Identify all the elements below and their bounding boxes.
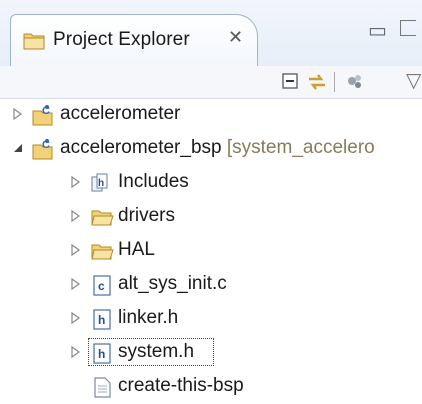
tree-item-alt-sys-init-c[interactable]: c alt_sys_init.c	[0, 268, 422, 302]
maximize-icon[interactable]	[400, 20, 416, 36]
view-toolbar: ▽	[0, 66, 422, 99]
folder-icon	[91, 244, 114, 260]
toolbar-separator	[334, 72, 335, 92]
expand-arrow-icon[interactable]	[70, 311, 82, 325]
file-icon	[94, 377, 111, 398]
close-icon[interactable]: ✕	[228, 27, 243, 48]
tree-item-label: system.h	[118, 341, 195, 362]
tree-item-label: alt_sys_init.c	[118, 273, 227, 294]
expand-arrow-icon[interactable]	[70, 175, 82, 189]
project-c-icon: C	[32, 105, 53, 126]
svg-text:c: c	[98, 279, 105, 293]
tree-item-hal[interactable]: HAL	[0, 234, 422, 268]
h-file-icon: h	[93, 343, 111, 364]
tree-item-create-this-bsp[interactable]: create-this-bsp	[0, 370, 422, 404]
tree-item-label: accelerometer	[60, 103, 181, 124]
view-title: Project Explorer	[53, 29, 190, 50]
project-c-icon: C	[32, 139, 53, 160]
tree-item-linker-h[interactable]: h linker.h	[0, 302, 422, 336]
tree-item-drivers[interactable]: drivers	[0, 200, 422, 234]
expand-arrow-icon[interactable]	[70, 243, 82, 257]
includes-icon: h	[91, 173, 108, 192]
project-tree: C accelerometer C accelerometer_bsp [sys…	[0, 98, 422, 398]
tree-item-accelerometer-bsp[interactable]: C accelerometer_bsp [system_accelero	[0, 132, 422, 166]
view-menu-icon[interactable]: ▽	[406, 68, 421, 93]
filters-icon[interactable]	[344, 71, 366, 93]
collapse-arrow-icon[interactable]	[12, 141, 24, 155]
svg-text:h: h	[98, 178, 104, 189]
tree-item-label: create-this-bsp	[118, 375, 244, 396]
tree-item-includes[interactable]: h Includes	[0, 166, 422, 200]
svg-text:h: h	[98, 347, 105, 361]
tree-item-label: Includes	[118, 171, 189, 192]
working-set-suffix: [system_accelero	[221, 137, 375, 158]
expand-arrow-icon[interactable]	[70, 277, 82, 291]
tree-item-system-h[interactable]: h system.h	[0, 336, 422, 370]
tree-item-label: linker.h	[118, 307, 179, 328]
link-with-editor-icon[interactable]	[306, 71, 328, 93]
tree-item-accelerometer[interactable]: C accelerometer	[0, 98, 422, 132]
svg-text:h: h	[98, 313, 105, 327]
tree-item-label: accelerometer_bsp [system_accelero	[60, 137, 375, 158]
minimize-icon[interactable]: ▭	[368, 18, 387, 43]
expand-arrow-icon[interactable]	[12, 107, 24, 121]
collapse-all-icon[interactable]	[280, 71, 302, 93]
tree-item-label: drivers	[118, 205, 176, 226]
h-file-icon: h	[93, 309, 111, 330]
view-tab-strip: Project Explorer ✕ ▭	[0, 0, 422, 67]
project-explorer-icon	[23, 33, 45, 50]
project-explorer-tab[interactable]: Project Explorer ✕	[10, 14, 258, 66]
expand-arrow-icon[interactable]	[70, 209, 82, 223]
folder-icon	[91, 210, 114, 226]
expand-arrow-icon[interactable]	[70, 345, 82, 359]
tree-item-label: HAL	[118, 239, 155, 260]
c-file-icon: c	[93, 275, 111, 296]
